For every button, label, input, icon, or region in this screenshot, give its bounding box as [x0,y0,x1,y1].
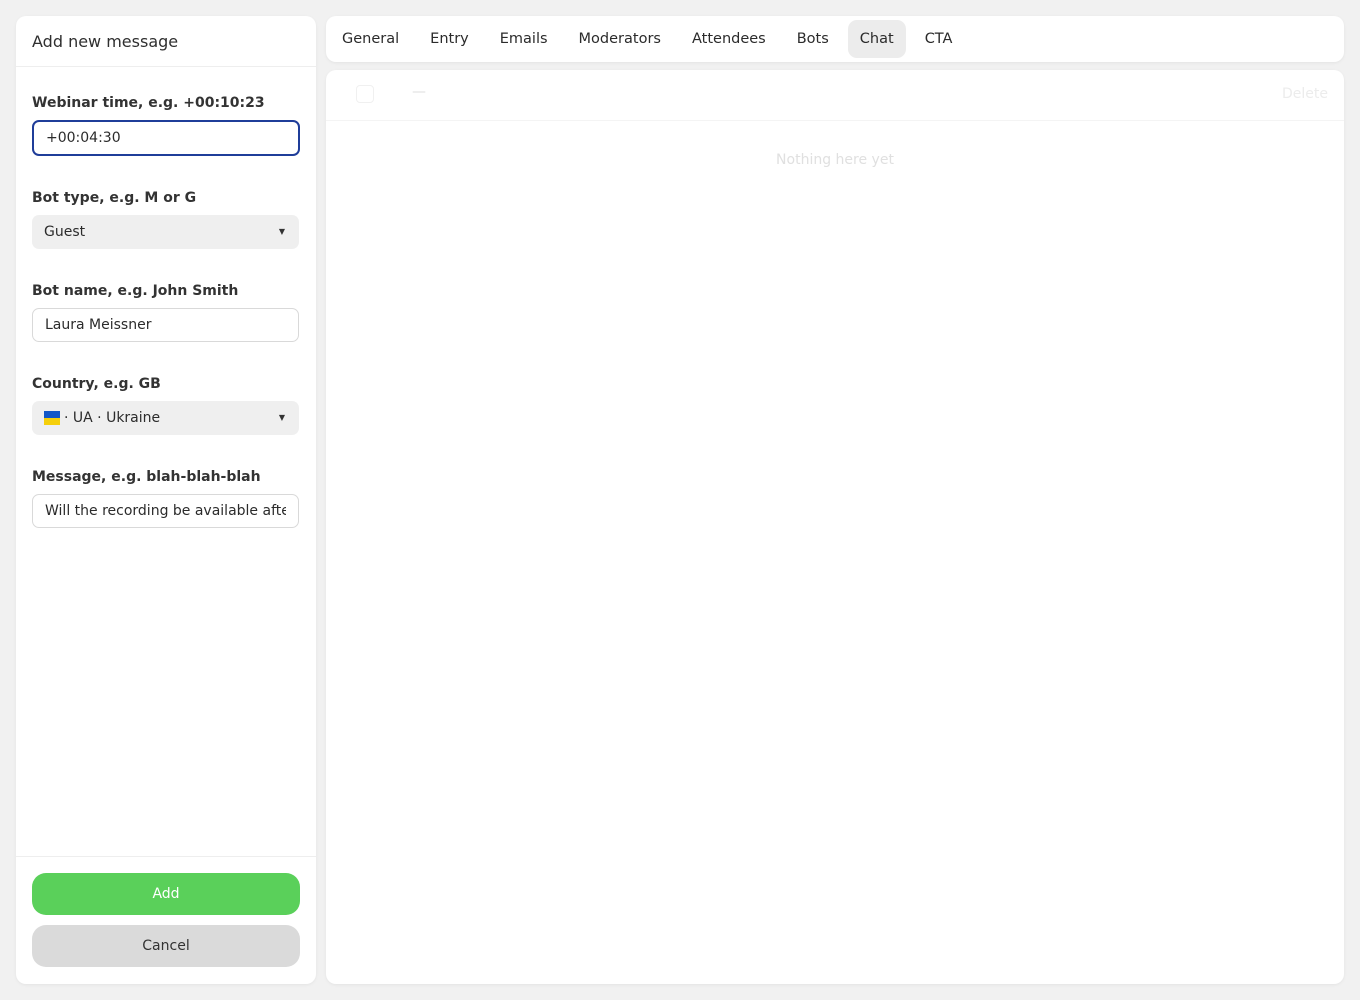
tab-attendees[interactable]: Attendees [680,20,778,58]
caret-down-icon: ▼ [278,413,285,422]
tab-bots[interactable]: Bots [785,20,841,58]
bot-type-label: Bot type, e.g. M or G [32,190,197,206]
ukraine-flag-icon [44,411,60,425]
cancel-button[interactable]: Cancel [32,925,300,967]
bot-name-label: Bot name, e.g. John Smith [32,283,239,299]
message-label: Message, e.g. blah-blah-blah [32,469,261,485]
webinar-time-label: Webinar time, e.g. +00:10:23 [32,95,265,111]
empty-state-text: Nothing here yet [776,152,894,168]
column-placeholder: — [412,84,426,100]
list-header: — Delete [326,70,1344,121]
panel-title: Add new message [16,16,316,67]
delete-button[interactable]: Delete [1282,86,1328,102]
country-select[interactable]: · UA · Ukraine ▼ [32,401,299,435]
bot-type-value: Guest [44,224,86,240]
tab-moderators[interactable]: Moderators [567,20,673,58]
bot-name-input[interactable] [32,308,299,342]
form-footer: Add Cancel [16,856,316,984]
chat-list-panel: — Delete Nothing here yet [326,70,1344,984]
country-label: Country, e.g. GB [32,376,161,392]
message-form: Webinar time, e.g. +00:10:23 Bot type, e… [16,95,316,528]
add-button[interactable]: Add [32,873,300,915]
tab-general[interactable]: General [330,20,411,58]
tab-entry[interactable]: Entry [418,20,481,58]
webinar-time-input[interactable] [32,120,300,156]
caret-down-icon: ▼ [278,227,285,236]
message-input[interactable] [32,494,299,528]
tab-cta[interactable]: CTA [913,20,965,58]
bot-type-select[interactable]: Guest ▼ [32,215,299,249]
tab-chat[interactable]: Chat [847,20,906,58]
tab-emails[interactable]: Emails [488,20,560,58]
add-message-panel: Add new message Webinar time, e.g. +00:1… [16,16,316,984]
country-value: · UA · Ukraine [64,410,161,426]
tabs-bar: General Entry Emails Moderators Attendee… [326,16,1344,62]
select-all-checkbox[interactable] [356,85,374,103]
